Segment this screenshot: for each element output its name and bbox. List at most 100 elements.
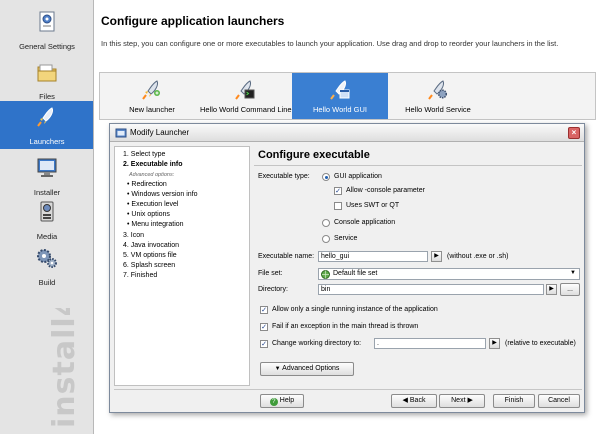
executable-name-hint: (without .exe or .sh) [447, 253, 509, 260]
finish-button[interactable]: Finish [493, 394, 535, 408]
directory-field[interactable]: bin [318, 284, 544, 295]
sidebar: General Settings Files Launchers Install… [0, 0, 94, 434]
sidebar-item-label: General Settings [19, 42, 75, 51]
sidebar-item-general-settings[interactable]: General Settings [0, 6, 93, 56]
sidebar-item-launchers[interactable]: Launchers [0, 101, 93, 149]
step-subitem[interactable]: • Redirection [127, 181, 167, 188]
executable-name-label: Executable name: [258, 253, 315, 260]
directory-label: Directory: [258, 286, 288, 293]
sidebar-item-label: Media [36, 232, 58, 241]
settings-document-icon [36, 10, 58, 34]
console-application-radio[interactable] [322, 219, 330, 227]
step-item[interactable]: 1. Select type [123, 151, 165, 158]
single-instance-label: Allow only a single running instance of … [272, 306, 438, 313]
help-button[interactable]: ? Help [260, 394, 304, 408]
step-item[interactable]: 4. Java invocation [123, 242, 179, 249]
step-item[interactable]: 7. Finished [123, 272, 157, 279]
page-title: Configure application launchers [101, 14, 285, 28]
advanced-options-button[interactable]: ▼ Advanced Options [260, 362, 354, 376]
next-arrow-icon: ▶ [467, 397, 473, 404]
step-subitem[interactable]: • Execution level [127, 201, 178, 208]
step-subitem[interactable]: • Windows version info [127, 191, 198, 198]
monitor-icon [36, 156, 58, 180]
cancel-button[interactable]: Cancel [538, 394, 580, 408]
step-item[interactable]: 6. Splash screen [123, 262, 175, 269]
back-arrow-icon: ◀ [402, 397, 408, 404]
divider [114, 389, 582, 390]
modify-launcher-dialog: Modify Launcher × 1. Select type 2. Exec… [109, 123, 585, 413]
allow-console-label: Allow -console parameter [346, 187, 425, 194]
console-application-label: Console application [334, 219, 396, 226]
launcher-new[interactable]: New launcher [106, 73, 198, 119]
help-icon: ? [269, 398, 278, 406]
file-set-dropdown[interactable]: Default file set ▼ [318, 268, 580, 280]
next-button[interactable]: Next ▶ [439, 394, 485, 408]
sidebar-item-files[interactable]: Files [0, 56, 93, 106]
service-label: Service [334, 235, 358, 242]
launcher-hello-world-command-line[interactable]: Hello World Command Line [200, 73, 292, 119]
rocket-console-icon [234, 79, 256, 101]
sidebar-item-label: Launchers [29, 137, 65, 146]
chevron-down-icon: ▼ [570, 270, 576, 276]
back-button[interactable]: ◀ Back [391, 394, 437, 408]
service-radio[interactable] [322, 235, 330, 243]
gui-application-label: GUI application [334, 173, 382, 180]
folder-icon [36, 60, 58, 84]
sidebar-item-media[interactable]: Media [0, 196, 93, 246]
variable-picker-button[interactable]: ▶ [431, 251, 442, 262]
configure-executable-panel: Configure executable Executable type: GU… [254, 146, 582, 386]
launcher-label: Hello World Command Line [200, 105, 292, 114]
uses-swt-checkbox[interactable] [334, 202, 342, 210]
step-item-current[interactable]: 2. Executable info [123, 161, 183, 168]
app-icon [115, 127, 127, 139]
rocket-gui-icon [329, 79, 351, 101]
step-subitem[interactable]: • Unix options [127, 211, 170, 218]
launcher-label: New launcher [129, 105, 175, 114]
step-item[interactable]: 3. Icon [123, 232, 144, 239]
allow-console-checkbox[interactable]: ✓ [334, 187, 342, 195]
media-drive-icon [36, 200, 58, 224]
section-heading: Configure executable [258, 149, 370, 161]
sidebar-item-label: Files [39, 92, 55, 101]
variable-picker-button[interactable]: ▶ [546, 284, 557, 295]
install4j-watermark: install4j [47, 308, 82, 428]
rocket-service-icon [427, 79, 449, 101]
launcher-hello-world-gui[interactable]: Hello World GUI [292, 73, 388, 119]
change-directory-label: Change working directory to: [272, 340, 362, 347]
fail-exception-label: Fail if an exception in the main thread … [272, 323, 419, 330]
close-button[interactable]: × [568, 127, 580, 139]
gears-icon [36, 246, 58, 270]
launcher-hello-world-service[interactable]: Hello World Service [392, 73, 484, 119]
executable-type-label: Executable type: [258, 173, 310, 180]
fail-exception-checkbox[interactable]: ✓ [260, 323, 268, 331]
gui-application-radio[interactable] [322, 173, 330, 181]
file-set-label: File set: [258, 270, 283, 277]
sidebar-item-label: Build [38, 278, 56, 287]
rocket-icon [141, 79, 163, 101]
advanced-options-caption: Advanced options: [129, 172, 175, 178]
variable-picker-button[interactable]: ▶ [489, 338, 500, 349]
launcher-label: Hello World GUI [312, 105, 368, 114]
divider [254, 165, 582, 166]
page-description: In this step, you can configure one or m… [101, 39, 559, 48]
uses-swt-label: Uses SWT or QT [346, 202, 400, 209]
rocket-icon [36, 105, 58, 129]
executable-name-field[interactable]: hello_gui [318, 251, 428, 262]
relative-hint: (relative to executable) [505, 340, 576, 347]
dialog-title-bar[interactable]: Modify Launcher × [110, 124, 584, 142]
dialog-title: Modify Launcher [130, 128, 190, 137]
wizard-steps-panel: 1. Select type 2. Executable info Advanc… [114, 146, 250, 386]
step-subitem[interactable]: • Menu integration [127, 221, 184, 228]
globe-icon [321, 270, 330, 279]
sidebar-item-installer[interactable]: Installer [0, 152, 93, 202]
sidebar-item-build[interactable]: Build [0, 242, 93, 292]
change-directory-checkbox[interactable]: ✓ [260, 340, 268, 348]
step-item[interactable]: 5. VM options file [123, 252, 177, 259]
working-directory-field[interactable]: . [374, 338, 486, 349]
launcher-label: Hello World Service [405, 105, 471, 114]
file-set-value: Default file set [333, 270, 378, 277]
browse-button[interactable]: ... [560, 283, 580, 296]
chevron-down-icon: ▼ [274, 366, 281, 372]
launcher-list: New launcher Hello World Command Line He… [99, 72, 596, 120]
single-instance-checkbox[interactable]: ✓ [260, 306, 268, 314]
